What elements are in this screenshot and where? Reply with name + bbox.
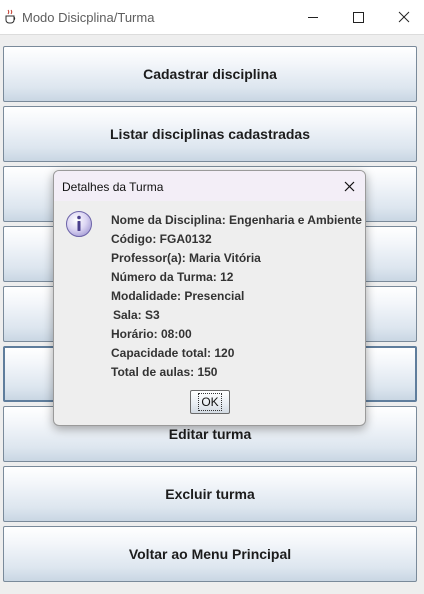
excluir-turma-button[interactable]: Excluir turma <box>3 466 417 522</box>
dialog-close-button[interactable] <box>335 175 365 199</box>
detail-codigo: Código: FGA0132 <box>111 232 212 246</box>
turma-details: Nome da Disciplina: Engenharia e Ambient… <box>111 211 362 382</box>
maximize-button[interactable] <box>336 0 382 34</box>
close-icon <box>398 11 410 23</box>
voltar-menu-principal-button[interactable]: Voltar ao Menu Principal <box>3 526 417 582</box>
dialog-titlebar: Detalhes da Turma <box>54 171 365 201</box>
window-titlebar: Modo Disicplina/Turma <box>0 0 424 35</box>
ok-button-label: OK <box>198 393 222 411</box>
window-title: Modo Disicplina/Turma <box>22 10 155 25</box>
detail-numero-turma: Número da Turma: 12 <box>111 270 234 284</box>
listar-disciplinas-button[interactable]: Listar disciplinas cadastradas <box>3 106 417 162</box>
detail-professor: Professor(a): Maria Vitória <box>111 251 261 265</box>
java-cup-icon <box>3 9 18 24</box>
maximize-icon <box>353 12 364 23</box>
detalhes-turma-dialog: Detalhes da Turma Nome da Disciplina: En… <box>53 170 366 426</box>
info-icon <box>65 210 93 238</box>
detail-horario: Horário: 08:00 <box>111 327 192 341</box>
detail-capacidade-total: Capacidade total: 120 <box>111 346 235 360</box>
detail-modalidade: Modalidade: Presencial <box>111 289 245 303</box>
minimize-button[interactable] <box>290 0 336 34</box>
dialog-title: Detalhes da Turma <box>62 180 164 194</box>
detail-total-aulas: Total de aulas: 150 <box>111 365 218 379</box>
ok-button[interactable]: OK <box>190 390 230 414</box>
close-icon <box>344 181 355 192</box>
minimize-icon <box>308 17 318 18</box>
cadastrar-disciplina-button[interactable]: Cadastrar disciplina <box>3 46 417 102</box>
detail-nome-disciplina: Nome da Disciplina: Engenharia e Ambient… <box>111 213 362 227</box>
detail-sala: Sala: S3 <box>113 308 160 322</box>
close-button[interactable] <box>382 0 424 34</box>
